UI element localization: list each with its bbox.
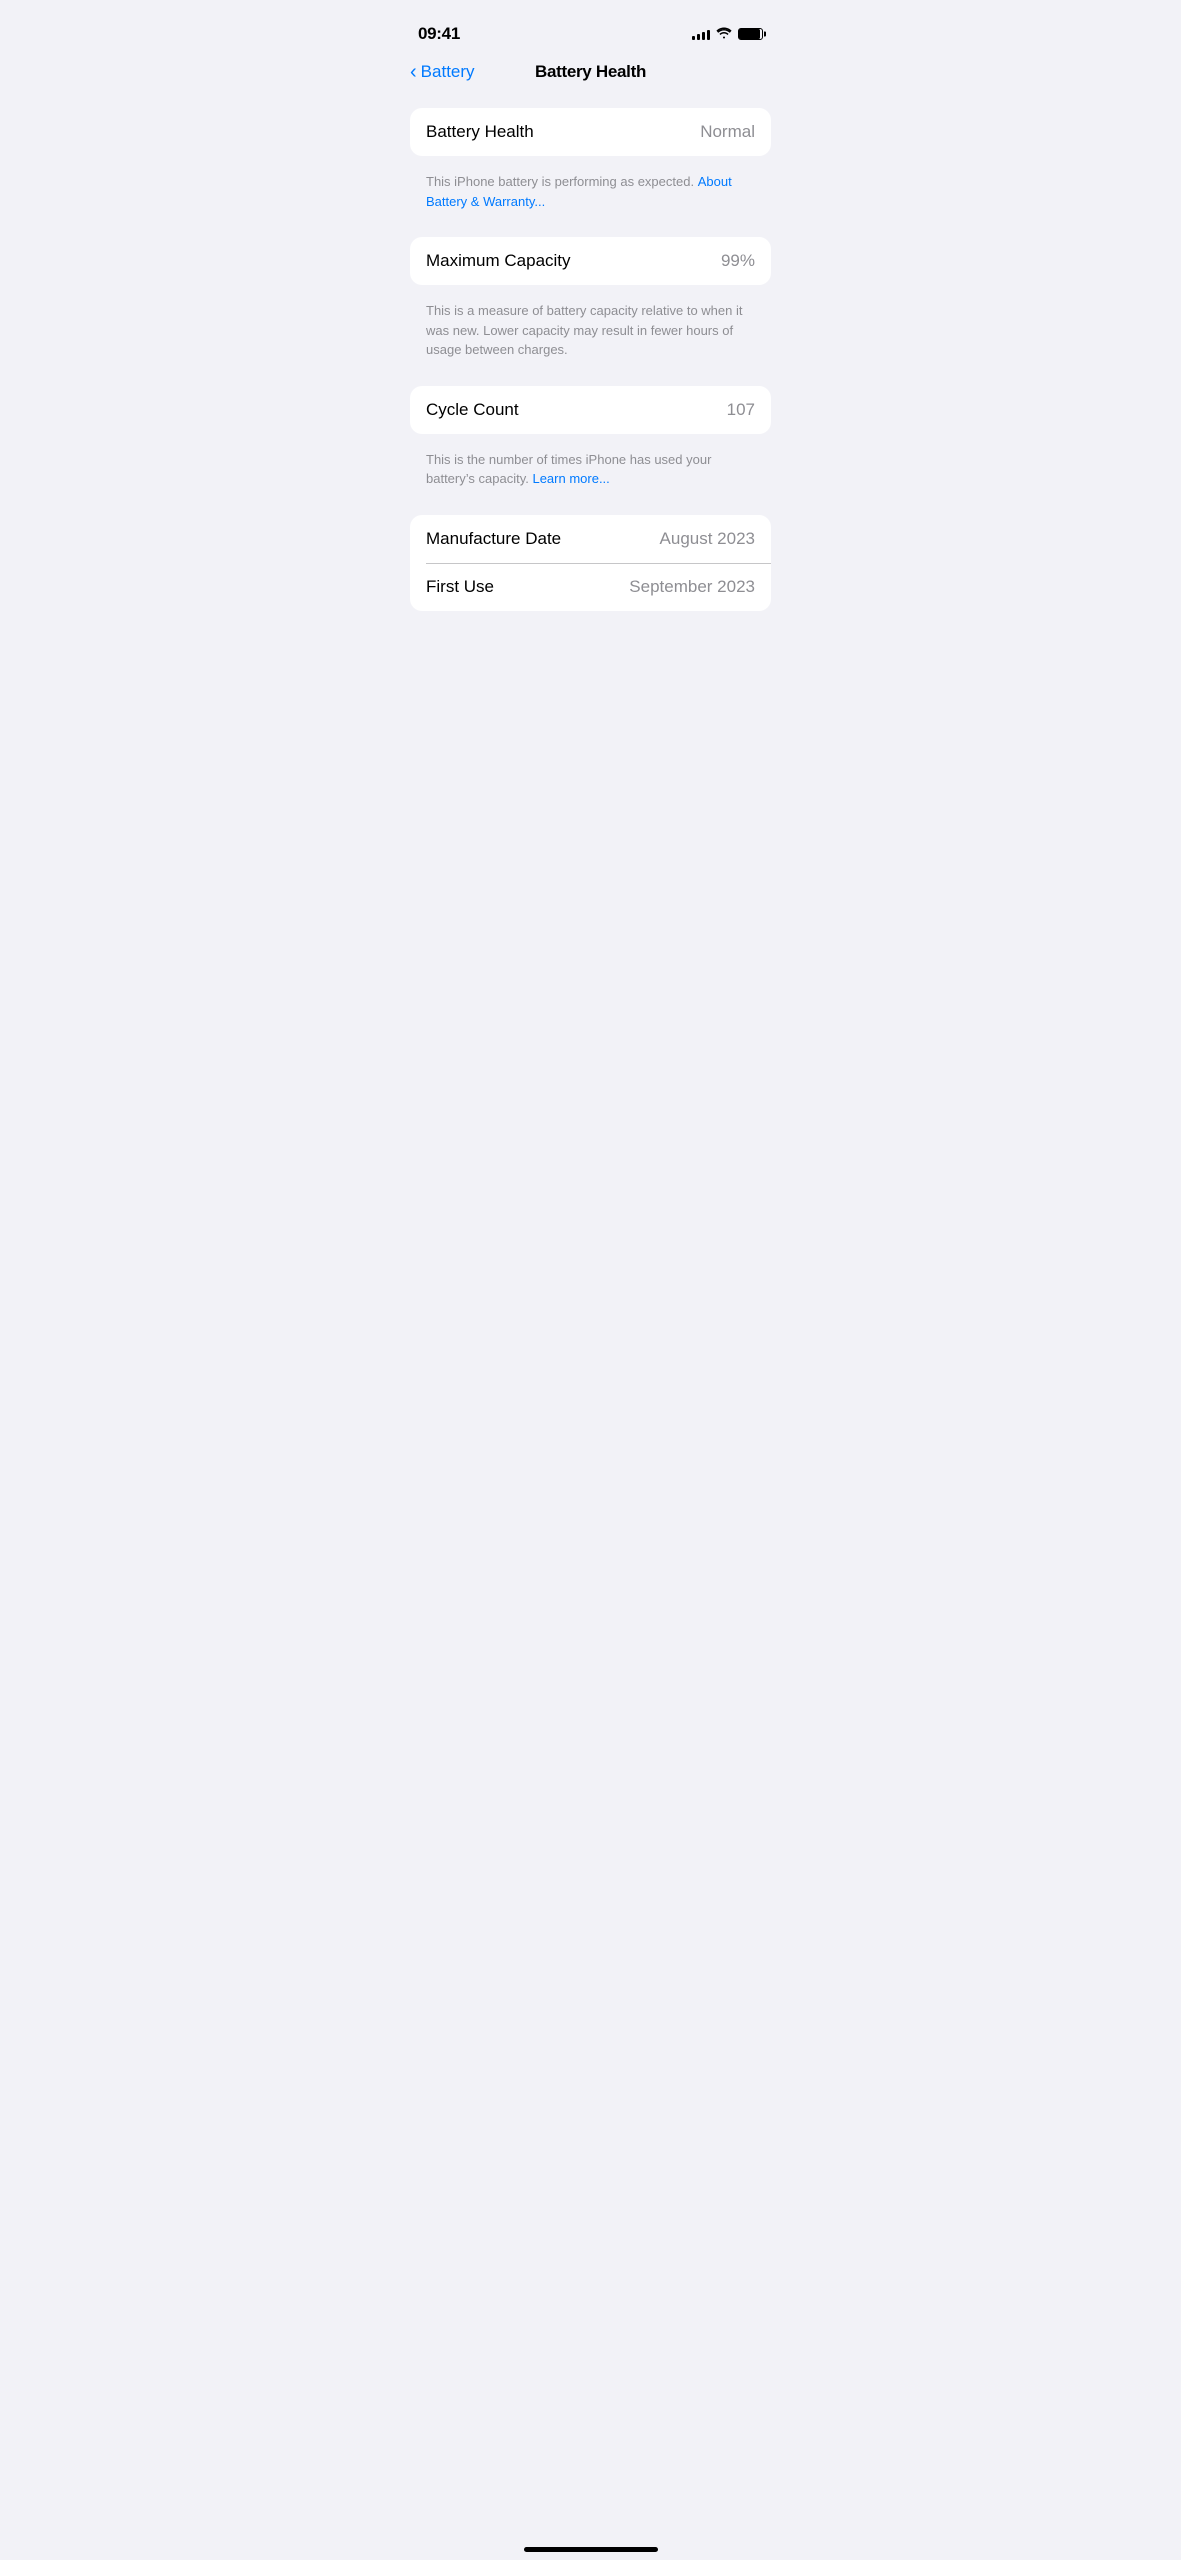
- signal-bars-icon: [692, 28, 710, 40]
- content-area: Battery Health Normal This iPhone batter…: [394, 98, 787, 629]
- battery-health-value: Normal: [700, 122, 755, 142]
- page-title: Battery Health: [535, 62, 646, 82]
- status-time: 09:41: [418, 24, 460, 44]
- learn-more-link[interactable]: Learn more...: [532, 471, 609, 486]
- home-indicator: [524, 2547, 658, 2552]
- wifi-icon: [716, 26, 732, 42]
- signal-bar-3: [702, 32, 705, 40]
- maximum-capacity-card: Maximum Capacity 99%: [410, 237, 771, 285]
- back-label: Battery: [421, 62, 475, 82]
- battery-health-card: Battery Health Normal: [410, 108, 771, 156]
- manufacture-date-label: Manufacture Date: [426, 529, 561, 549]
- dates-card: Manufacture Date August 2023 First Use S…: [410, 515, 771, 612]
- maximum-capacity-value: 99%: [721, 251, 755, 271]
- signal-bar-4: [707, 30, 710, 40]
- manufacture-date-value: August 2023: [660, 529, 755, 549]
- status-bar: 09:41: [394, 0, 787, 54]
- maximum-capacity-label: Maximum Capacity: [426, 251, 571, 271]
- battery-health-row: Battery Health Normal: [410, 108, 771, 156]
- first-use-row: First Use September 2023: [410, 563, 771, 611]
- status-icons: [692, 26, 763, 42]
- battery-icon: [738, 28, 763, 40]
- maximum-capacity-description: This is a measure of battery capacity re…: [410, 293, 771, 376]
- battery-health-label: Battery Health: [426, 122, 534, 142]
- manufacture-date-row: Manufacture Date August 2023: [410, 515, 771, 563]
- cycle-count-label: Cycle Count: [426, 400, 519, 420]
- battery-warranty-link[interactable]: About Battery & Warranty...: [426, 174, 732, 209]
- chevron-left-icon: ‹: [410, 62, 417, 82]
- battery-health-description: This iPhone battery is performing as exp…: [410, 164, 771, 227]
- first-use-value: September 2023: [629, 577, 755, 597]
- back-button[interactable]: ‹ Battery: [410, 62, 475, 82]
- nav-header: ‹ Battery Battery Health: [394, 54, 787, 98]
- cycle-count-value: 107: [727, 400, 755, 420]
- cycle-count-description: This is the number of times iPhone has u…: [410, 442, 771, 505]
- signal-bar-2: [697, 34, 700, 40]
- first-use-label: First Use: [426, 577, 494, 597]
- cycle-count-row: Cycle Count 107: [410, 386, 771, 434]
- signal-bar-1: [692, 36, 695, 40]
- cycle-count-card: Cycle Count 107: [410, 386, 771, 434]
- maximum-capacity-row: Maximum Capacity 99%: [410, 237, 771, 285]
